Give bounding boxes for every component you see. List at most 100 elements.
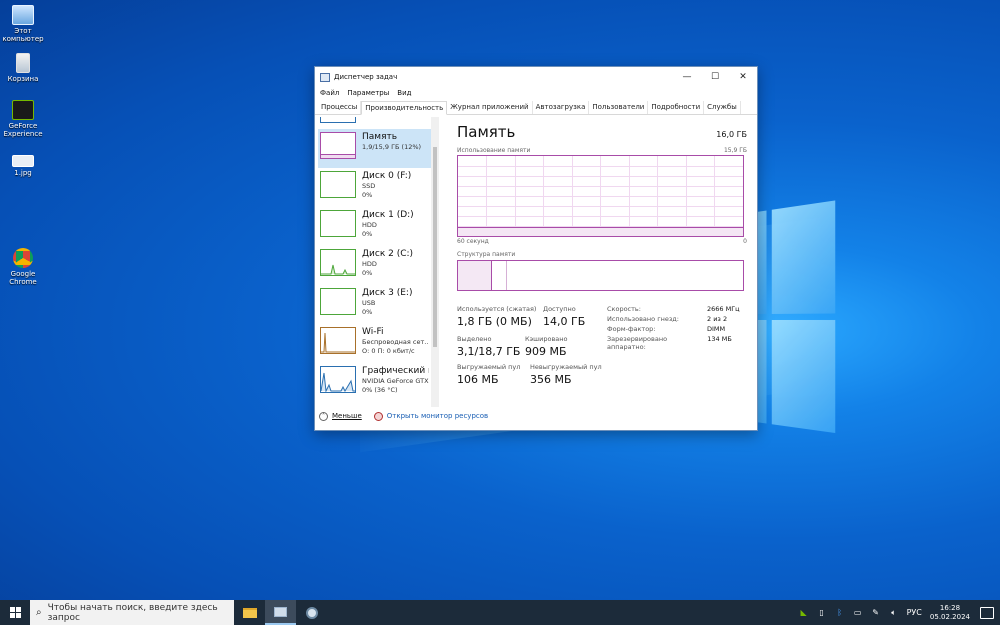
sidebar-item-name: Диск 3 (E:) xyxy=(362,288,412,299)
nvidia-tray-icon[interactable]: ◣ xyxy=(799,608,809,618)
search-placeholder: Чтобы начать поиск, введите здесь запрос xyxy=(48,603,234,623)
memory-specs: Скорость: 2666 МГц Использовано гнезд: 2 и… xyxy=(607,305,747,345)
tab-processes[interactable]: Процессы xyxy=(318,101,361,114)
notifications-icon[interactable] xyxy=(980,607,994,619)
battery-icon[interactable]: ▭ xyxy=(853,608,863,618)
start-button[interactable] xyxy=(0,600,30,625)
sidebar-item-name: Диск 0 (F:) xyxy=(362,171,411,182)
sidebar-item-name: Диск 2 (C:) xyxy=(362,249,413,260)
menu-file[interactable]: Файл xyxy=(320,89,339,97)
taskbar-file-explorer[interactable] xyxy=(234,600,265,625)
spec-speed-label: Скорость: xyxy=(607,305,641,315)
memory-total: 16,0 ГБ xyxy=(716,130,747,139)
sidebar-item-disk-3[interactable]: Диск 3 (E:) USB 0% xyxy=(318,285,431,324)
disk-mini-graph xyxy=(320,288,356,315)
memory-detail-pane: Память 16,0 ГБ Использование памяти 15,9… xyxy=(457,123,747,395)
taskbar-search[interactable]: ⌕ Чтобы начать поиск, введите здесь запр… xyxy=(30,600,234,625)
desktop-icon-google-chrome[interactable]: Google Chrome xyxy=(0,248,46,286)
desktop-icon-label: Google Chrome xyxy=(0,270,46,286)
paged-pool-value: 106 МБ xyxy=(457,373,520,386)
sidebar-item-name: Диск 1 (D:) xyxy=(362,210,414,221)
sidebar-item-gpu[interactable]: Графический пр NVIDIA GeForce GTX 0% (36… xyxy=(318,363,431,402)
system-tray: ◣ ▯ ᛒ ▭ ✎ 🔈︎ РУС 16:28 05.02.2024 xyxy=(795,600,1000,625)
committed-value: 3,1/18,7 ГБ xyxy=(457,345,520,358)
bluetooth-icon[interactable]: ᛒ xyxy=(835,608,845,618)
disk-activity-graph xyxy=(321,250,355,275)
tab-strip: Процессы Производительность Журнал прило… xyxy=(315,101,757,115)
sidebar-item-disk-1[interactable]: Диск 1 (D:) HDD 0% xyxy=(318,207,431,246)
graph-axis-start: 60 секунд xyxy=(457,238,489,245)
wifi-activity-graph xyxy=(321,328,355,353)
desktop-icon-recycle-bin[interactable]: Корзина xyxy=(0,53,46,83)
tab-app-history[interactable]: Журнал приложений xyxy=(447,101,532,114)
nonpaged-pool-label: Невыгружаемый пул xyxy=(530,363,602,371)
sidebar-item-detail: 1,9/15,9 ГБ (12%) xyxy=(362,143,421,152)
language-indicator[interactable]: РУС xyxy=(907,608,922,618)
taskbar-task-manager[interactable] xyxy=(265,600,296,625)
memory-usage-fill xyxy=(458,227,743,236)
computer-icon xyxy=(12,5,34,25)
memory-usage-graph xyxy=(457,155,744,237)
spec-reserved-label: Зарезервировано аппаратно: xyxy=(607,335,707,345)
taskbar-pinned-app[interactable] xyxy=(296,600,327,625)
sidebar-item-model: NVIDIA GeForce GTX xyxy=(362,377,429,386)
desktop-icon-image-file[interactable]: 1.jpg xyxy=(0,155,46,177)
tab-details[interactable]: Подробности xyxy=(648,101,704,114)
title-bar[interactable]: Диспетчер задач — ☐ ✕ xyxy=(315,67,757,87)
sidebar-item-name: Графический пр xyxy=(362,366,429,377)
cpu-mini-graph xyxy=(320,117,356,123)
resource-list-scrollbar[interactable] xyxy=(431,117,439,407)
close-button[interactable]: ✕ xyxy=(729,67,757,87)
page-title: Память xyxy=(457,123,515,141)
cached-label: Кэшировано xyxy=(525,335,568,343)
tab-performance[interactable]: Производительность xyxy=(361,101,447,115)
spec-slots-label: Использовано гнезд: xyxy=(607,315,679,325)
tab-users[interactable]: Пользователи xyxy=(589,101,648,114)
sidebar-item-disk-0[interactable]: Диск 0 (F:) SSD 0% xyxy=(318,168,431,207)
window-title: Диспетчер задач xyxy=(334,73,673,81)
disk-mini-graph xyxy=(320,249,356,276)
app-icon xyxy=(306,607,318,619)
menu-view[interactable]: Вид xyxy=(397,89,411,97)
tab-services[interactable]: Службы xyxy=(704,101,741,114)
disk-mini-graph xyxy=(320,210,356,237)
scrollbar-thumb[interactable] xyxy=(433,147,437,347)
in-use-label: Используется (сжатая) xyxy=(457,305,536,313)
fewer-details-link[interactable]: Меньше xyxy=(332,412,362,420)
desktop: Этот компьютер Корзина GeForce Experienc… xyxy=(0,0,1000,600)
sidebar-item-wifi[interactable]: Wi-Fi Беспроводная сет... О: 0 П: 0 кбит… xyxy=(318,324,431,363)
gpu-mini-graph xyxy=(320,366,356,393)
footer-bar: ˄ Меньше Открыть монитор ресурсов xyxy=(319,409,488,423)
menu-options[interactable]: Параметры xyxy=(347,89,389,97)
wifi-mini-graph xyxy=(320,327,356,354)
sidebar-item-usage: 0% xyxy=(362,230,414,239)
sidebar-item-memory[interactable]: Память 1,9/15,9 ГБ (12%) xyxy=(318,129,431,168)
folder-icon xyxy=(243,608,257,618)
tablet-tray-icon[interactable]: ▯ xyxy=(817,608,827,618)
resource-monitor-icon xyxy=(374,412,383,421)
desktop-icon-label: 1.jpg xyxy=(0,169,46,177)
available-value: 14,0 ГБ xyxy=(543,315,585,328)
spec-form-factor-label: Форм-фактор: xyxy=(607,325,656,335)
chevron-up-icon[interactable]: ˄ xyxy=(319,412,328,421)
desktop-icon-geforce-experience[interactable]: GeForce Experience xyxy=(0,100,46,138)
sidebar-item-disk-2[interactable]: Диск 2 (C:) HDD 0% xyxy=(318,246,431,285)
disk-mini-graph xyxy=(320,171,356,198)
desktop-icon-label: Корзина xyxy=(0,75,46,83)
sidebar-item-usage: 0% xyxy=(362,191,411,200)
nonpaged-pool-value: 356 МБ xyxy=(530,373,602,386)
minimize-button[interactable]: — xyxy=(673,67,701,87)
in-use-value: 1,8 ГБ (0 МБ) xyxy=(457,315,536,328)
menu-bar: Файл Параметры Вид xyxy=(315,87,757,99)
pen-icon[interactable]: ✎ xyxy=(871,608,881,618)
paged-pool-label: Выгружаемый пул xyxy=(457,363,520,371)
volume-icon[interactable]: 🔈︎ xyxy=(889,608,899,618)
clock[interactable]: 16:28 05.02.2024 xyxy=(930,604,970,622)
desktop-icon-this-pc[interactable]: Этот компьютер xyxy=(0,5,46,43)
sidebar-item-type: HDD xyxy=(362,221,414,230)
sidebar-item-usage: 0% (36 °C) xyxy=(362,386,429,395)
tab-startup[interactable]: Автозагрузка xyxy=(533,101,590,114)
cpu-item-partial[interactable] xyxy=(318,117,431,129)
open-resource-monitor-link[interactable]: Открыть монитор ресурсов xyxy=(387,412,488,420)
maximize-button[interactable]: ☐ xyxy=(701,67,729,87)
